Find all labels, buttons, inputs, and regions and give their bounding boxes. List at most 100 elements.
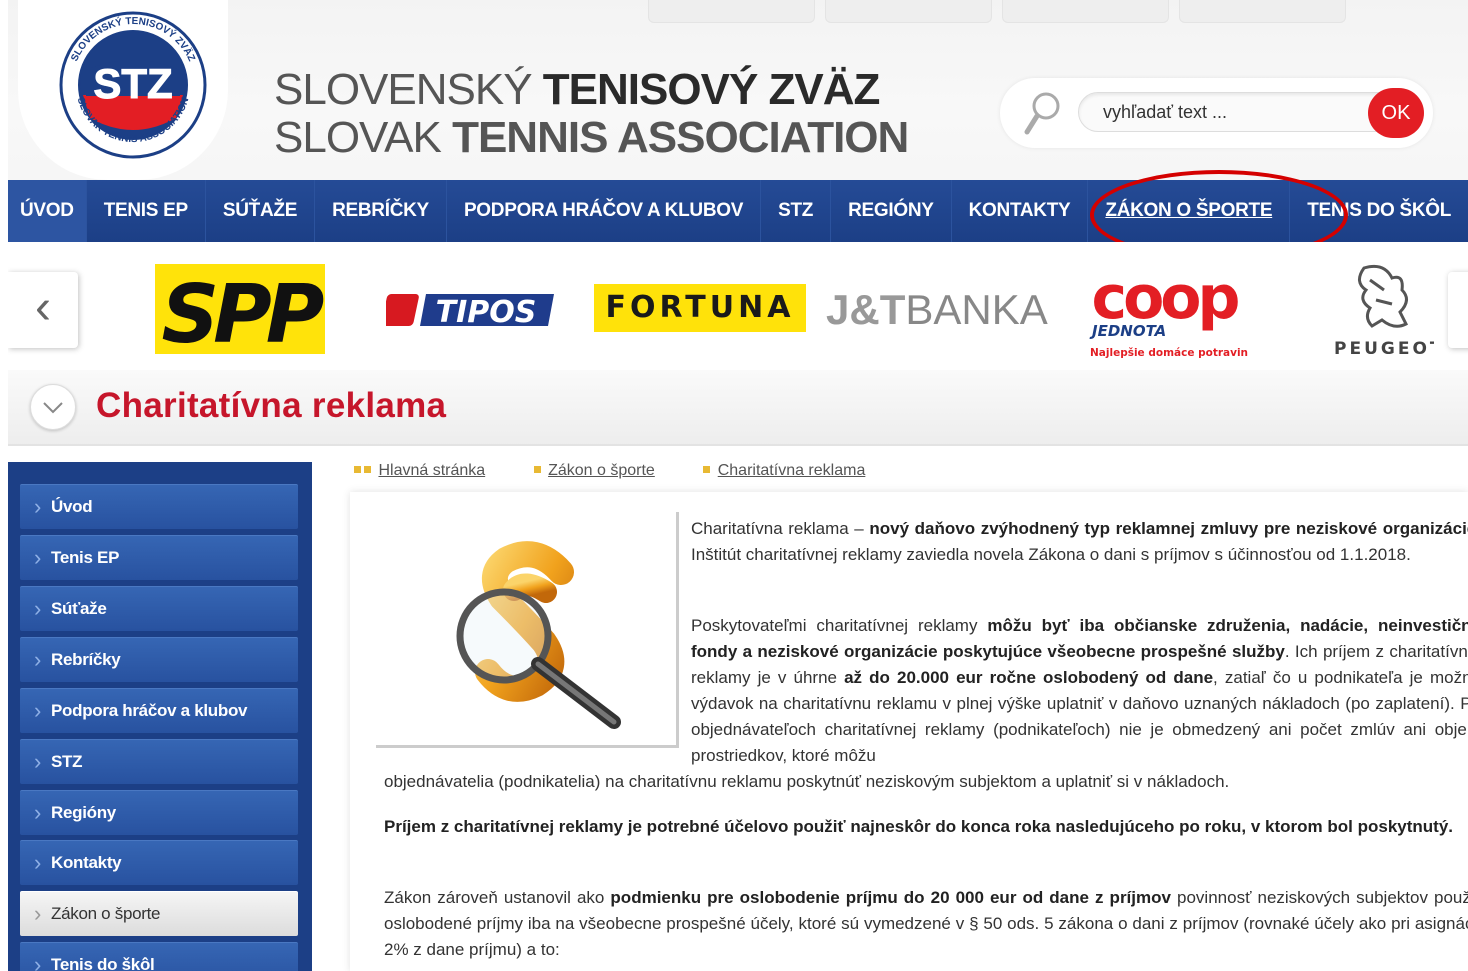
sponsor-spp-text: SPP <box>162 268 324 354</box>
nav-item-uvod[interactable]: ÚVOD <box>8 180 87 242</box>
sidebar-item-kontakty[interactable]: › Kontakty <box>20 840 298 885</box>
brand-name[interactable]: SLOVENSKÝ TENISOVÝ ZVÄZ SLOVAK TENNIS AS… <box>274 65 909 162</box>
article-paragraph-4: Zákon zároveň ustanovil ako podmienku pr… <box>384 885 1468 963</box>
text-run-bold: podmienku pre oslobodenie príjmu do 20 0… <box>610 888 1171 907</box>
nav-item-podpora[interactable]: PODPORA HRÁČOV A KLUBOV <box>446 180 762 242</box>
text-run: Poskytovateľmi charitatívnej reklamy <box>691 616 988 635</box>
chevron-right-icon: › <box>34 647 42 672</box>
sponsor-peugeot-text: PEUGEOT <box>1334 339 1434 359</box>
chevron-right-icon: › <box>34 850 42 875</box>
sponsor-spp-logo[interactable]: SPP <box>155 264 330 361</box>
main-nav: ÚVOD TENIS EP SÚŤAŽE REBRÍČKY PODPORA HR… <box>8 180 1468 242</box>
article-image <box>376 512 679 748</box>
sidebar-item-zakon-o-sporte[interactable]: › Zákon o športe <box>20 891 298 936</box>
chevron-right-icon: › <box>34 952 42 971</box>
sidebar-item-stz[interactable]: › STZ <box>20 739 298 784</box>
nav-item-sutaze[interactable]: SÚŤAŽE <box>205 180 316 242</box>
title-divider <box>8 444 1468 446</box>
bullet-icon <box>364 466 371 473</box>
page-title-bar: Charitatívna reklama <box>8 370 1468 446</box>
article-paragraph-2-continued: objednávatelia (podnikatelia) na charita… <box>384 772 1230 791</box>
sponsor-coop-tagline: Najlepšie domáce potraviny <box>1090 347 1248 359</box>
sponsor-banka-text: BANKA <box>905 286 1048 333</box>
nav-item-zakon-o-sporte[interactable]: ZÁKON O ŠPORTE <box>1088 180 1291 242</box>
nav-item-kontakty[interactable]: KONTAKTY <box>951 180 1089 242</box>
brand-sk-light: SLOVENSKÝ <box>274 65 533 114</box>
text-run-bold: Príjem z charitatívnej reklamy je potreb… <box>384 817 1454 836</box>
sidebar-item-label: Kontakty <box>51 853 122 872</box>
sponsor-jt-banka-logo[interactable]: J&TBANKA <box>826 286 1048 334</box>
sidebar-item-sutaze[interactable]: › Súťaže <box>20 586 298 631</box>
sidebar-item-uvod[interactable]: › Úvod <box>20 484 298 529</box>
brand-en-light: SLOVAK <box>274 113 442 162</box>
nav-item-rebricky[interactable]: REBRÍČKY <box>315 180 447 242</box>
sidebar-item-podpora[interactable]: › Podpora hráčov a klubov <box>20 688 298 733</box>
sidebar-item-rebricky[interactable]: › Rebríčky <box>20 637 298 682</box>
paragraph-magnifier-icon <box>456 541 621 729</box>
top-links-strip <box>648 0 1468 26</box>
page-title: Charitatívna reklama <box>96 386 447 425</box>
sponsor-jt-text: J&T <box>826 286 906 333</box>
article-paragraph-3: Príjem z charitatívnej reklamy je potreb… <box>384 814 1468 840</box>
text-run-bold: až do 20.000 eur ročne oslobodený od dan… <box>844 668 1214 687</box>
sidebar-item-label: Rebríčky <box>51 650 121 669</box>
top-link-tab[interactable] <box>1002 0 1169 23</box>
sidebar-item-tenis-do-skol[interactable]: › Tenis do škôl <box>20 942 298 971</box>
chevron-right-icon: › <box>34 901 42 926</box>
sidebar-item-label: STZ <box>51 752 83 771</box>
sidebar-item-regiony[interactable]: › Regióny <box>20 790 298 835</box>
sidebar-item-label: Regióny <box>51 803 116 822</box>
sidebar-item-label: Zákon o športe <box>51 904 161 923</box>
top-link-tab[interactable] <box>648 0 815 23</box>
nav-item-tenis-do-skol[interactable]: TENIS DO ŠKÔL <box>1290 180 1468 242</box>
breadcrumb-current-link[interactable]: Charitatívna reklama <box>718 462 866 479</box>
text-run: Zákon zároveň ustanovil ako <box>384 888 611 907</box>
nav-item-stz[interactable]: STZ <box>761 180 832 242</box>
nav-item-tenis-ep[interactable]: TENIS EP <box>86 180 206 242</box>
sidebar-item-label: Podpora hráčov a klubov <box>51 701 248 720</box>
sidebar-item-label: Úvod <box>51 497 93 516</box>
header: STZ SLOVENSKÝ TENISOVÝ ZVÄZ SLOVAK TENNI… <box>8 0 1468 180</box>
sidebar-item-label: Súťaže <box>51 599 107 618</box>
top-link-tab[interactable] <box>1179 0 1346 23</box>
logo-stz-text: STZ <box>93 60 172 107</box>
stz-logo[interactable]: STZ SLOVENSKÝ TENISOVÝ ZVÄZ SLOVAK TENNI… <box>58 10 208 160</box>
chevron-down-icon <box>43 402 63 414</box>
page: STZ SLOVENSKÝ TENISOVÝ ZVÄZ SLOVAK TENNI… <box>8 0 1468 971</box>
sidebar-item-tenis-ep[interactable]: › Tenis EP <box>20 535 298 580</box>
chevron-right-icon: › <box>34 698 42 723</box>
brand-en-bold: TENNIS ASSOCIATION <box>452 113 909 162</box>
search-input[interactable] <box>1078 92 1408 132</box>
sponsor-peugeot-logo[interactable]: PEUGEOT <box>1324 260 1434 360</box>
chevron-right-icon: › <box>34 545 42 570</box>
sidebar-menu: › Úvod › Tenis EP › Súťaže › Rebríčky › Podpo… <box>8 462 312 971</box>
search-box: OK <box>1000 78 1433 148</box>
bullet-icon <box>533 466 541 473</box>
collapse-toggle[interactable] <box>30 384 76 430</box>
logo-container: STZ SLOVENSKÝ TENISOVÝ ZVÄZ SLOVAK TENNI… <box>18 0 228 180</box>
chevron-right-icon: › <box>34 596 42 621</box>
breadcrumb-home-link[interactable]: Hlavná stránka <box>378 462 485 479</box>
sponsor-coop-jednota-logo[interactable]: coop JEDNOTA Najlepšie domáce potraviny <box>1088 260 1248 360</box>
breadcrumb-zakon-link[interactable]: Zákon o športe <box>548 462 655 479</box>
sponsor-tipos-logo[interactable]: TIPOS <box>386 292 556 328</box>
chevron-right-icon: › <box>34 494 42 519</box>
carousel-next-button[interactable] <box>1448 272 1468 348</box>
text-run: Charitatívna reklama – <box>691 519 870 538</box>
article-paragraph-2: Poskytovateľmi charitatívnej reklamy môž… <box>691 613 1468 769</box>
top-link-tab[interactable] <box>825 0 992 23</box>
sidebar-item-label: Tenis EP <box>51 548 120 567</box>
article-paragraph-1: Charitatívna reklama – nový daňovo zvýho… <box>691 516 1468 568</box>
carousel-prev-button[interactable]: ‹ <box>8 272 78 348</box>
article-content: Charitatívna reklama – nový daňovo zvýho… <box>350 492 1468 971</box>
sidebar-item-label: Tenis do škôl <box>51 955 155 971</box>
sponsor-fortuna-logo[interactable]: FORTUNA <box>594 284 806 332</box>
chevron-right-icon: › <box>34 800 42 825</box>
nav-item-regiony[interactable]: REGIÓNY <box>831 180 952 242</box>
breadcrumb: Hlavná stránka Zákon o športe Charitatív… <box>354 462 909 480</box>
search-icon <box>1024 92 1060 135</box>
search-ok-button[interactable]: OK <box>1368 88 1424 138</box>
brand-sk-bold: TENISOVÝ ZVÄZ <box>542 65 881 114</box>
sponsors-carousel: ‹ SPP TIPOS FORTUNA J&TBANKA coop JEDNOT… <box>8 242 1468 370</box>
chevron-right-icon: › <box>34 749 42 774</box>
